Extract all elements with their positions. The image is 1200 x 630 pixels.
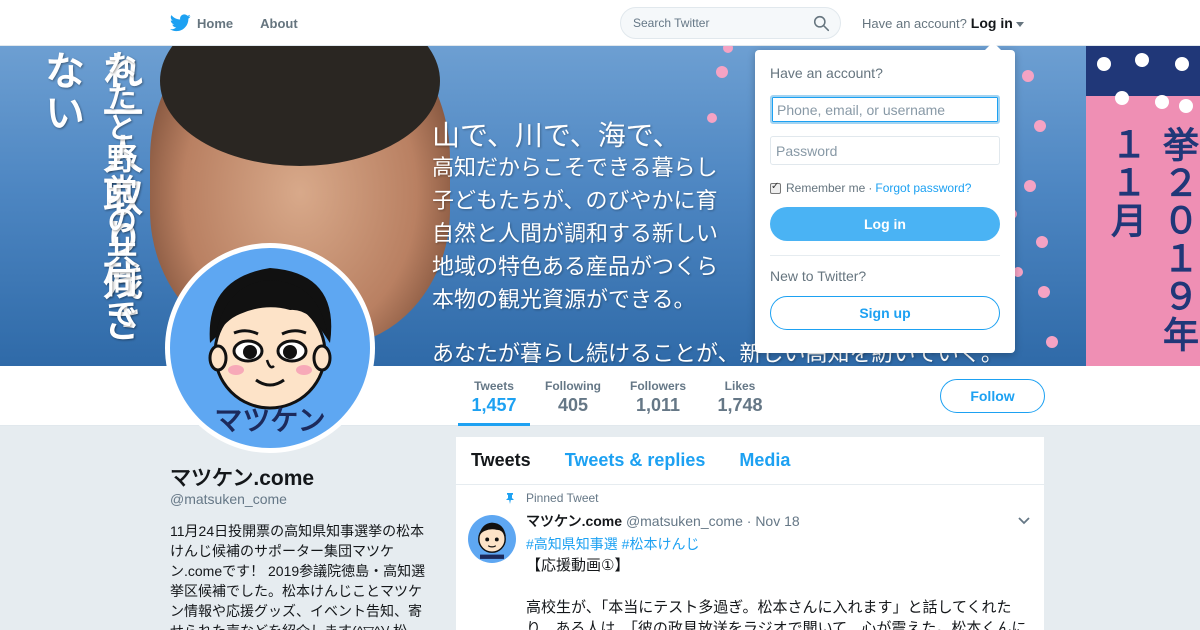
search-input[interactable] bbox=[621, 8, 801, 38]
tab-tweets[interactable]: Tweets bbox=[471, 450, 531, 471]
tweet-author-handle[interactable]: @matsuken_come bbox=[626, 513, 743, 529]
account-area: Have an account? Log in bbox=[862, 0, 1024, 46]
stat-likes[interactable]: Likes 1,748 bbox=[710, 366, 770, 426]
login-dropdown-toggle[interactable]: Log in bbox=[971, 15, 1013, 31]
banner-election-text: 高知県知事選挙２０１９年１１月 bbox=[1105, 126, 1199, 354]
banner-line: 地域の特色ある産品がつくら bbox=[432, 255, 719, 280]
cartoon-face-icon bbox=[478, 522, 506, 559]
have-account-text: Have an account? bbox=[862, 15, 967, 31]
login-dropdown-title: Have an account? bbox=[770, 65, 883, 81]
remember-me-checkbox[interactable] bbox=[770, 181, 781, 194]
profile-avatar[interactable]: マツケン bbox=[165, 243, 375, 453]
stat-value: 1,457 bbox=[471, 395, 517, 415]
caret-down-icon[interactable] bbox=[1015, 21, 1024, 27]
banner-line: 本物の観光資源ができる。 bbox=[432, 288, 696, 313]
new-to-twitter-label: New to Twitter? bbox=[770, 268, 867, 284]
signup-button[interactable]: Sign up bbox=[770, 296, 1000, 330]
tweet-author-name[interactable]: マツケン.come bbox=[526, 513, 622, 529]
pinned-label-row: Pinned Tweet bbox=[504, 491, 1044, 505]
stat-followers[interactable]: Followers 1,011 bbox=[624, 366, 692, 426]
profile-bio: 11月24日投開票の高知県知事選挙の松本けんじ候補のサポーター集団マツケン.co… bbox=[170, 523, 426, 630]
forgot-password-link[interactable]: Forgot password? bbox=[875, 181, 971, 195]
avatar-image: マツケン bbox=[170, 248, 370, 448]
timeline-tabs: Tweets Tweets & replies Media bbox=[456, 437, 1044, 485]
remember-row: Remember me · Forgot password? bbox=[770, 181, 1000, 195]
stat-tweets[interactable]: Tweets 1,457 bbox=[458, 366, 530, 426]
timeline: Tweets Tweets & replies Media Pinned Twe… bbox=[456, 437, 1044, 630]
pinned-label: Pinned Tweet bbox=[526, 491, 599, 505]
stat-following[interactable]: Following 405 bbox=[540, 366, 606, 426]
twitter-bird-icon bbox=[170, 14, 191, 32]
pinned-tweet[interactable]: Pinned Tweet マツケン.come @matsuken_come · … bbox=[456, 485, 1044, 630]
banner-line: 子どもたちが、のびやかに育 bbox=[432, 189, 718, 214]
tweet-hashtags[interactable]: #高知県知事選 #松本けんじ bbox=[526, 534, 1044, 554]
banner-line: 高知だからこそできる暮らし bbox=[432, 156, 718, 181]
profile-name[interactable]: マツケン.come bbox=[170, 462, 314, 492]
stat-label: Likes bbox=[724, 379, 756, 393]
nav-home-label: Home bbox=[197, 15, 234, 31]
divider bbox=[770, 255, 1000, 256]
password-field[interactable] bbox=[770, 136, 1000, 165]
tab-tweets-and-replies[interactable]: Tweets & replies bbox=[565, 450, 706, 471]
top-navigation-bar: Home About Have an account? Log in bbox=[0, 0, 1200, 46]
stat-label: Tweets bbox=[474, 379, 514, 393]
banner-line: 自然と人間が調和する新しい bbox=[432, 222, 719, 247]
remember-me-label[interactable]: Remember me bbox=[786, 181, 865, 195]
search-box bbox=[620, 7, 841, 39]
search-icon[interactable] bbox=[813, 15, 830, 32]
avatar-text: マツケン bbox=[214, 404, 325, 437]
username-field[interactable] bbox=[770, 95, 1000, 124]
remember-separator: · bbox=[868, 181, 873, 195]
nav-home[interactable]: Home bbox=[170, 14, 233, 32]
chevron-down-icon[interactable] bbox=[1018, 517, 1030, 525]
stat-value: 405 bbox=[557, 395, 589, 415]
login-button[interactable]: Log in bbox=[770, 207, 1000, 241]
tweet-avatar[interactable] bbox=[468, 515, 516, 563]
tweet-date[interactable]: · Nov 18 bbox=[747, 513, 800, 529]
banner-vertical-text-2: なたと野党の共同で bbox=[101, 50, 136, 329]
stat-value: 1,011 bbox=[635, 395, 681, 415]
banner-white-dots bbox=[1097, 53, 1193, 113]
stat-value: 1,748 bbox=[717, 395, 763, 415]
banner-line: 山で、川で、海で、 bbox=[432, 119, 681, 152]
nav-about-label: About bbox=[260, 15, 298, 31]
tweet-header: マツケン.come @matsuken_come · Nov 18 bbox=[526, 511, 1044, 531]
follow-button[interactable]: Follow bbox=[940, 379, 1045, 413]
pin-icon bbox=[506, 493, 514, 504]
tab-media[interactable]: Media bbox=[739, 450, 790, 471]
nav-left: Home About bbox=[170, 0, 325, 46]
nav-about[interactable]: About bbox=[260, 16, 298, 31]
cartoon-face-icon: マツケン bbox=[208, 268, 332, 437]
stat-label: Following bbox=[545, 379, 601, 393]
stat-label: Followers bbox=[629, 379, 686, 393]
profile-handle[interactable]: @matsuken_come bbox=[170, 491, 287, 507]
tweet-text: 【応援動画①】 高校生が、「本当にテスト多過ぎ。松本さんに入れます」と話してくれ… bbox=[526, 557, 1027, 630]
login-dropdown: Have an account? Remember me · Forgot pa… bbox=[755, 42, 1015, 353]
